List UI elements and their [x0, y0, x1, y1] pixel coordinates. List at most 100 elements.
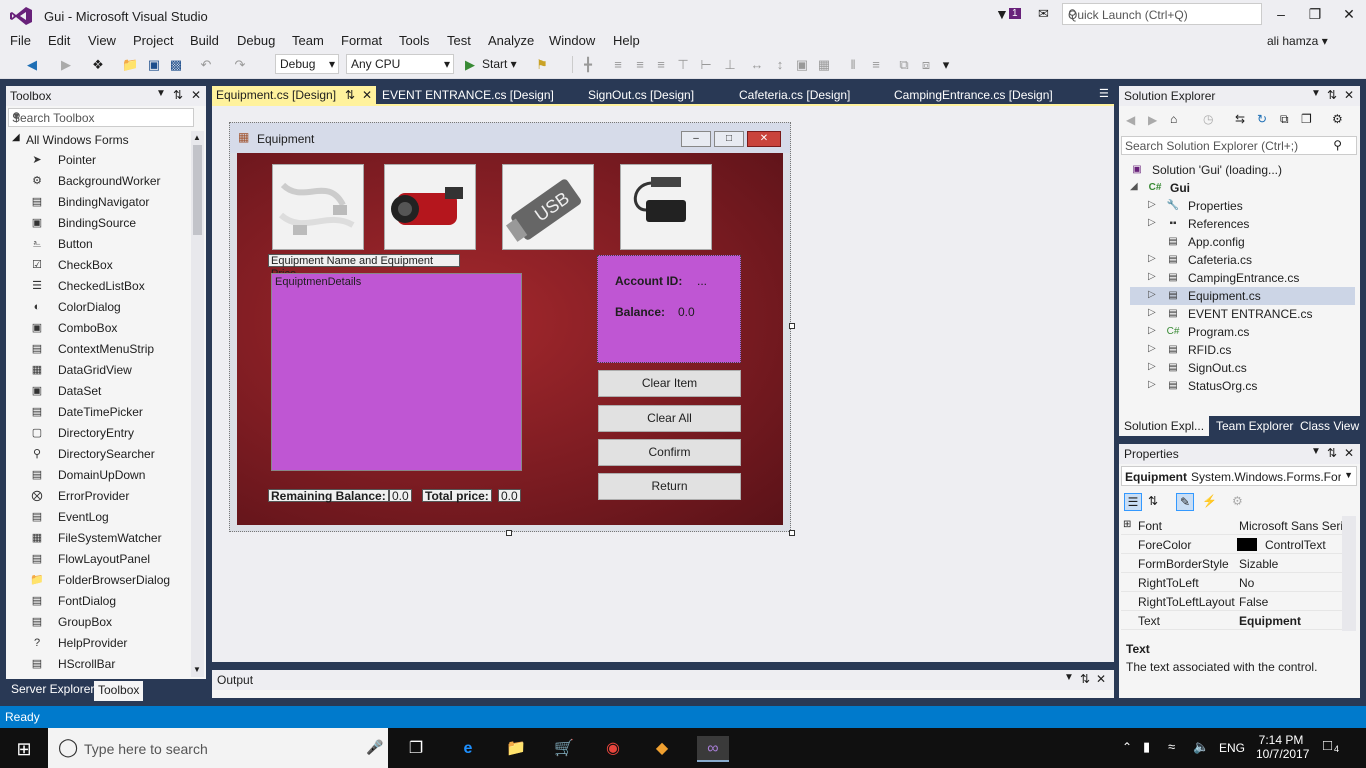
maximize-button[interactable]: ❐ [1301, 4, 1329, 24]
resize-handle-right[interactable] [789, 323, 795, 329]
toolbox-item-colordialog[interactable]: ◐ ColorDialog [30, 297, 190, 318]
start-play-icon[interactable]: ▶ [465, 57, 475, 73]
toolbox-item-groupbox[interactable]: ▤ GroupBox [30, 612, 190, 633]
make-same-height-icon[interactable]: ↕ [772, 57, 788, 73]
property-row-font[interactable]: ⊞ Font Microsoft Sans Serif [1121, 516, 1342, 535]
tab-solution-explorer[interactable]: Solution Expl... [1119, 416, 1209, 436]
align-lefts-icon[interactable]: ≡ [610, 57, 626, 73]
tree-item-properties[interactable]: ▷ 🔧 Properties [1130, 197, 1355, 215]
panel-dropdown-icon[interactable]: ▼ [1311, 88, 1321, 99]
undo-icon[interactable]: ↶ [198, 57, 214, 73]
horizontal-spacing-icon[interactable]: ‖ [845, 57, 861, 73]
save-icon[interactable]: ▣ [146, 57, 162, 73]
tree-solution[interactable]: ▣ Solution 'Gui' (loading...) [1130, 161, 1355, 179]
return-button[interactable]: Return [598, 473, 741, 500]
feedback-icon[interactable]: ✉ [1038, 6, 1054, 22]
toolbox-scroll-thumb[interactable] [193, 145, 202, 235]
toolbox-group-all-windows-forms[interactable]: All Windows Forms [26, 133, 129, 147]
toolbox-item-datagridview[interactable]: ▦ DataGridView [30, 360, 190, 381]
tree-item-app-config[interactable]: ▤ App.config [1130, 233, 1355, 251]
tab-toolbox[interactable]: Toolbox [94, 681, 144, 701]
forward-icon[interactable]: ▶ [58, 57, 74, 73]
toolbox-search-input[interactable]: Search Toolbox ⚲ ▼ [8, 108, 194, 127]
events-icon[interactable]: ⚡ [1202, 494, 1217, 508]
language-indicator[interactable]: ENG [1219, 741, 1245, 755]
show-all-files-icon[interactable]: ❐ [1301, 112, 1312, 126]
property-row-text[interactable]: Text Equipment [1121, 611, 1342, 630]
collapse-all-icon[interactable]: ⧉ [1280, 112, 1289, 127]
toolbox-item-eventlog[interactable]: ▤ EventLog [30, 507, 190, 528]
toolbox-item-flowlayoutpanel[interactable]: ▤ FlowLayoutPanel [30, 549, 190, 570]
tab-equipment-design[interactable]: Equipment.cs [Design] ⇅ ✕ [212, 86, 376, 104]
align-to-grid-icon[interactable]: ╋ [580, 57, 596, 73]
redo-icon[interactable]: ↷ [232, 57, 248, 73]
menu-edit[interactable]: Edit [48, 33, 70, 48]
toolbox-item-hscrollbar[interactable]: ▤ HScrollBar [30, 654, 190, 675]
close-icon[interactable]: ✕ [1344, 88, 1354, 102]
tree-item-event-entrance-cs[interactable]: ▷ ▤ EVENT ENTRANCE.cs [1130, 305, 1355, 323]
usb-drive-image[interactable]: USB [502, 164, 594, 250]
refresh-icon[interactable]: ↻ [1257, 112, 1267, 126]
battery-icon[interactable]: ▮ [1143, 739, 1150, 755]
toolbox-item-directorysearcher[interactable]: ⚲ DirectorySearcher [30, 444, 190, 465]
panel-dropdown-icon[interactable]: ▼ [1311, 446, 1321, 457]
scroll-down-icon[interactable]: ▼ [193, 665, 201, 674]
form-maximize-button[interactable]: □ [714, 131, 744, 147]
toolbox-item-bindingsource[interactable]: ▣ BindingSource [30, 213, 190, 234]
property-row-righttoleftlayout[interactable]: RightToLeftLayout False [1121, 592, 1342, 611]
menu-format[interactable]: Format [341, 33, 382, 48]
toolbox-item-domainupdown[interactable]: ▤ DomainUpDown [30, 465, 190, 486]
tab-campingentrance-design[interactable]: CampingEntrance.cs [Design] [890, 86, 1057, 104]
action-center-icon[interactable]: □ 4 [1323, 737, 1339, 754]
scroll-up-icon[interactable]: ▲ [193, 133, 201, 142]
sync-icon[interactable]: ⇆ [1235, 112, 1245, 126]
task-view-icon[interactable]: ❐ [403, 736, 429, 762]
close-icon[interactable]: ✕ [1344, 446, 1354, 460]
categorized-icon[interactable]: ☰ [1124, 493, 1142, 511]
tab-overflow-icon[interactable]: ☰ [1099, 87, 1109, 100]
equipment-details-listbox[interactable]: EquiptmenDetails [271, 273, 522, 471]
make-same-width-icon[interactable]: ↔ [749, 57, 765, 73]
bring-to-front-icon[interactable]: ⧉ [896, 57, 912, 73]
property-row-righttoleft[interactable]: RightToLeft No [1121, 573, 1342, 592]
menu-window[interactable]: Window [549, 33, 595, 48]
panel-dropdown-icon[interactable]: ▼ [156, 88, 166, 99]
send-to-back-icon[interactable]: ⧈ [918, 57, 934, 73]
tree-item-signout-cs[interactable]: ▷ ▤ SignOut.cs [1130, 359, 1355, 377]
visual-studio-taskbar-icon[interactable]: ∞ [697, 736, 729, 762]
panel-dropdown-icon[interactable]: ▼ [1064, 672, 1074, 683]
form-minimize-button[interactable]: – [681, 131, 711, 147]
platform-dropdown[interactable]: Any CPU [346, 54, 454, 74]
tree-item-statusorg-cs[interactable]: ▷ ▤ StatusOrg.cs [1130, 377, 1355, 395]
toolbox-item-directoryentry[interactable]: ▢ DirectoryEntry [30, 423, 190, 444]
toolbar-overflow-icon[interactable]: ▾ [938, 57, 954, 73]
tab-cafeteria-design[interactable]: Cafeteria.cs [Design] [735, 86, 854, 104]
menu-view[interactable]: View [88, 33, 116, 48]
tree-item-references[interactable]: ▷ ▪▪ References [1130, 215, 1355, 233]
menu-tools[interactable]: Tools [399, 33, 429, 48]
windows-start-icon[interactable]: ⊞ [11, 736, 37, 762]
resize-handle-bottom[interactable] [506, 530, 512, 536]
size-to-grid-icon[interactable]: ▦ [816, 57, 832, 73]
align-centers-icon[interactable]: ≡ [632, 57, 648, 73]
start-button[interactable]: Start ▾ [482, 57, 517, 71]
tab-server-explorer[interactable]: Server Explorer [7, 681, 98, 699]
menu-test[interactable]: Test [447, 33, 471, 48]
forward-icon[interactable]: ▶ [1148, 113, 1157, 127]
taskbar-search-box[interactable]: ◯ Type here to search 🎤 [48, 728, 388, 768]
property-row-forecolor[interactable]: ForeColor ControlText [1121, 535, 1342, 554]
git-icon[interactable]: ◆ [649, 736, 675, 762]
property-pages-icon[interactable]: ⚙ [1232, 494, 1243, 508]
properties-scrollbar[interactable] [1342, 516, 1356, 631]
expand-icon[interactable]: ⊞ [1123, 519, 1131, 530]
save-all-icon[interactable]: ▩ [168, 57, 184, 73]
toolbox-item-pointer[interactable]: ➤ Pointer [30, 150, 190, 171]
menu-help[interactable]: Help [613, 33, 640, 48]
volume-icon[interactable]: 🔈 [1193, 739, 1209, 755]
toolbox-item-fontdialog[interactable]: ▤ FontDialog [30, 591, 190, 612]
notifications-filter-icon[interactable]: ▼ 1 [995, 6, 1025, 24]
property-row-formborderstyle[interactable]: FormBorderStyle Sizable [1121, 554, 1342, 573]
pin-icon[interactable]: ⇅ [173, 88, 183, 102]
menu-debug[interactable]: Debug [237, 33, 275, 48]
tab-class-view[interactable]: Class View [1300, 419, 1359, 433]
